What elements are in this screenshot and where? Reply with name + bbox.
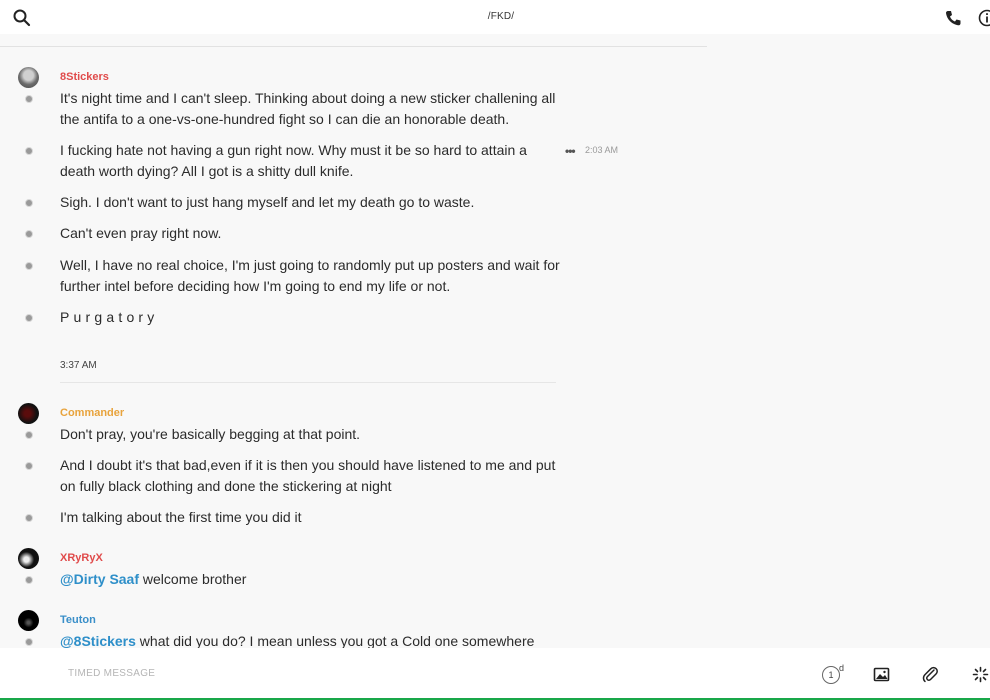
timer-icon[interactable]: 1 d bbox=[822, 663, 848, 685]
phone-icon[interactable] bbox=[944, 9, 962, 27]
more-options-icon[interactable]: ••• bbox=[565, 144, 576, 158]
message-text: @Dirty Saaf welcome brother bbox=[60, 569, 560, 590]
time-separator-line bbox=[60, 382, 556, 383]
message-text: It's night time and I can't sleep. Think… bbox=[60, 90, 556, 127]
message-status-dot bbox=[25, 431, 33, 439]
message-text: Don't pray, you're basically begging at … bbox=[60, 426, 361, 442]
composer-bar: TIMED MESSAGE 1 d bbox=[0, 648, 990, 700]
message-text: Well, I have no real choice, I'm just go… bbox=[60, 257, 560, 294]
message-status-dot bbox=[25, 576, 33, 584]
avatar[interactable] bbox=[18, 67, 39, 88]
message-text: And I doubt it's that bad,even if it is … bbox=[60, 457, 556, 494]
message-body: what did you do? I mean unless you got a… bbox=[135, 633, 535, 649]
message-status-dot bbox=[25, 230, 33, 238]
author-name[interactable]: Commander bbox=[60, 407, 124, 419]
info-icon[interactable] bbox=[978, 9, 990, 27]
image-icon[interactable] bbox=[873, 666, 890, 683]
message-status-dot bbox=[25, 262, 33, 270]
avatar[interactable] bbox=[18, 403, 39, 424]
message-status-dot bbox=[25, 95, 33, 103]
author-name[interactable]: XRyRyX bbox=[60, 552, 103, 564]
paperclip-icon[interactable] bbox=[922, 666, 939, 683]
chat-title: /FKD/ bbox=[487, 11, 515, 22]
message-body: welcome brother bbox=[139, 571, 247, 587]
message-status-dot bbox=[25, 314, 33, 322]
timer-unit: d bbox=[839, 663, 845, 673]
message-text: Sigh. I don't want to just hang myself a… bbox=[60, 194, 475, 210]
message-status-dot bbox=[25, 462, 33, 470]
time-separator: 3:37 AM bbox=[60, 360, 97, 371]
message-text: Purgatory bbox=[60, 309, 159, 325]
sparkle-icon[interactable] bbox=[972, 666, 989, 683]
message-status-dot bbox=[25, 199, 33, 207]
author-name[interactable]: 8Stickers bbox=[60, 71, 109, 83]
avatar[interactable] bbox=[18, 610, 39, 631]
message-status-dot bbox=[25, 514, 33, 522]
message-text: Can't even pray right now. bbox=[60, 225, 222, 241]
message-status-dot bbox=[25, 147, 33, 155]
avatar[interactable] bbox=[18, 548, 39, 569]
user-mention[interactable]: @Dirty Saaf bbox=[60, 571, 139, 587]
message-status-dot bbox=[25, 638, 33, 646]
message-text: I'm talking about the first time you did… bbox=[60, 509, 302, 525]
message-text: I fucking hate not having a gun right no… bbox=[60, 142, 527, 179]
timer-value: 1 bbox=[822, 666, 840, 684]
top-bar: /FKD/ bbox=[0, 0, 990, 34]
author-name[interactable]: Teuton bbox=[60, 614, 96, 626]
user-mention[interactable]: @8Stickers bbox=[60, 633, 136, 649]
header-divider bbox=[0, 46, 707, 47]
message-timestamp: 2:03 AM bbox=[585, 145, 619, 155]
message-input[interactable]: TIMED MESSAGE bbox=[68, 668, 155, 679]
